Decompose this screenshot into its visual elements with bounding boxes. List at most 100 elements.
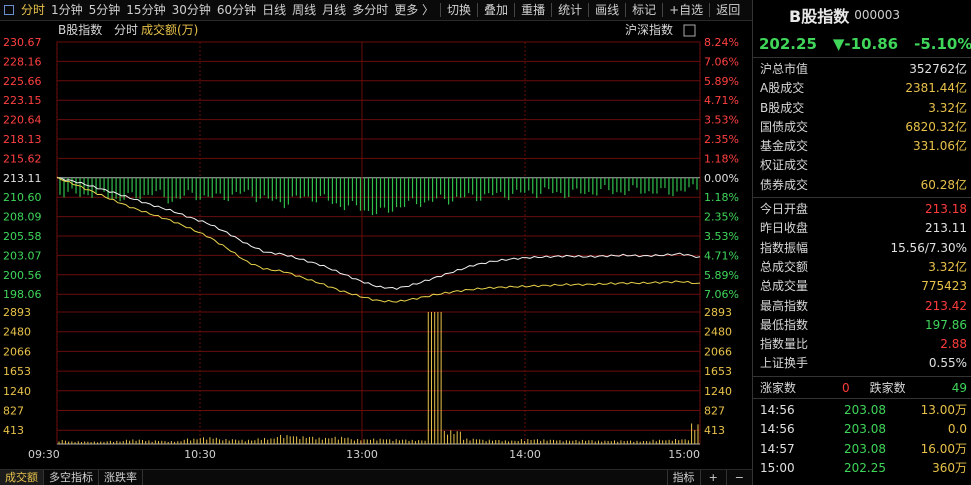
draw-line-button[interactable]: 画线 [592,0,622,21]
pct-tick-label: 7.06% [704,55,739,68]
statistics-button[interactable]: 统计 [555,0,585,21]
turnover-row: 国债成交 6820.32亿 [753,118,971,137]
toolbar-divider [625,3,627,17]
overlay-button[interactable]: 叠加 [481,0,511,21]
stat-value: 0.55% [928,356,967,371]
stat-label: 今日开盘 [760,202,809,217]
pct-tick-label: 5.89% [704,75,739,88]
tab-turnover[interactable]: 成交额 [0,470,44,485]
toolbar-divider [514,3,516,17]
tick-trades-list: 14:56 203.08 13.00万 14:56 203.08 0.0 14:57 203.… [753,399,971,479]
tab-more[interactable]: 更多 〉 [391,0,437,21]
time-tick-label: 13:00 [346,448,378,461]
stat-row: 昨日收盘 213.11 [753,219,971,238]
tab-monthly[interactable]: 月线 [319,0,349,21]
time-tick-label: 09:30 [28,448,60,461]
stat-value: 197.86 [925,317,967,332]
volume-tick-label: 413 [3,424,24,437]
volume-tick-label: 1653 [3,365,31,378]
chart-metric-label: 成交额(万) [141,22,198,37]
back-button[interactable]: 返回 [713,0,743,21]
trade-price: 202.25 [844,461,886,476]
replay-button[interactable]: 重播 [518,0,548,21]
stat-row: 上证换手 0.55% [753,354,971,373]
price-tick-label: 213.11 [3,172,42,185]
toolbar-divider [440,3,442,17]
tab-weekly[interactable]: 周线 [289,0,319,21]
volume-tick-label: 1240 [3,385,31,398]
index-code: 000003 [854,8,901,22]
chart-grid [56,41,701,445]
add-watchlist-button[interactable]: +自选 [666,0,706,21]
tab-5min[interactable]: 5分钟 [86,0,124,21]
pct-tick-label: 3.53% [704,114,739,127]
trade-price: 203.08 [844,402,886,417]
stat-row: 最低指数 197.86 [753,316,971,335]
time-tick-label: 10:30 [184,448,216,461]
trade-price: 203.08 [844,441,886,456]
price-change: ▼-10.86 [832,34,899,53]
stat-value: 775423 [921,279,967,294]
turnover-label: 权证成交 [760,158,809,173]
toolbar-divider [477,3,479,17]
tab-long-short[interactable]: 多空指标 [44,470,99,485]
tab-daily[interactable]: 日线 [259,0,289,21]
stat-label: 总成交额 [760,259,809,274]
pct-tick-label: 7.06% [704,288,739,301]
market-turnover-list: 沪总市值 352762亿 A股成交 2381.44亿 B股成交 3.32亿 国债成交 6820… [753,58,971,199]
intraday-chart[interactable]: 230.67 8.24% 228.16 7.06% 225.66 5.89% 223.15 4… [0,21,752,469]
switch-button[interactable]: 切换 [444,0,474,21]
stat-row: 总成交额 3.32亿 [753,258,971,277]
turnover-row: 沪总市值 352762亿 [753,60,971,79]
price-tick-label: 203.07 [3,249,42,262]
price-change-pct: -5.10% [914,34,971,53]
up-count: 0 [842,380,850,395]
volume-tick-label-right: 827 [704,405,725,418]
zoom-in-button[interactable]: + [701,470,727,485]
turnover-value: 3.32亿 [928,100,967,115]
turnover-value: 2381.44亿 [905,81,967,96]
pct-tick-label: 5.89% [704,269,739,282]
panel-toggle-icon[interactable] [0,0,18,21]
intraday-chart-svg[interactable]: 230.67 8.24% 228.16 7.06% 225.66 5.89% 223.15 4… [0,21,752,469]
price-tick-label: 223.15 [3,94,42,107]
trade-time: 14:56 [760,422,795,437]
volume-tick-label-right: 1653 [704,365,732,378]
tab-15min[interactable]: 15分钟 [123,0,168,21]
trade-time: 15:00 [760,461,795,476]
trade-price: 203.08 [844,422,886,437]
pct-tick-label: 1.18% [704,191,739,204]
trade-amount: 0.0 [947,422,967,437]
tab-60min[interactable]: 60分钟 [214,0,259,21]
volume-tick-label-right: 2893 [704,306,732,319]
tab-fenshi[interactable]: 分时 [18,0,48,21]
stat-value: 213.18 [925,202,967,217]
toolbar-divider [588,3,590,17]
stat-label: 上证换手 [760,356,809,371]
mark-button[interactable]: 标记 [629,0,659,21]
turnover-row: 权证成交 [753,156,971,175]
stat-row: 总成交量 775423 [753,277,971,296]
indicator-button[interactable]: 指标 [666,470,701,485]
zoom-out-button[interactable]: − [727,470,752,485]
turnover-row: 基金成交 331.06亿 [753,137,971,156]
price-tick-label: 200.56 [3,269,42,282]
toolbar-divider [551,3,553,17]
stat-row: 最高指数 213.42 [753,297,971,316]
trade-time: 14:56 [760,402,795,417]
tab-1min[interactable]: 1分钟 [48,0,86,21]
tab-30min[interactable]: 30分钟 [169,0,214,21]
pct-tick-label: 8.24% [704,36,739,49]
toolbar-divider [709,3,711,17]
tab-multi-fenshi[interactable]: 多分时 [349,0,391,21]
compare-checkbox[interactable] [683,24,696,37]
down-count: 49 [951,380,967,395]
volume-tick-label: 2893 [3,306,31,319]
turnover-label: 国债成交 [760,119,809,134]
tab-rise-fall-ratio[interactable]: 涨跌率 [99,470,143,485]
price-tick-label: 210.60 [3,191,42,204]
breadth-row: 涨家数 0 跌家数 49 [753,377,971,399]
turnover-row: B股成交 3.32亿 [753,99,971,118]
stat-value: 213.11 [925,221,967,236]
compare-label[interactable]: 沪深指数 [625,22,673,37]
